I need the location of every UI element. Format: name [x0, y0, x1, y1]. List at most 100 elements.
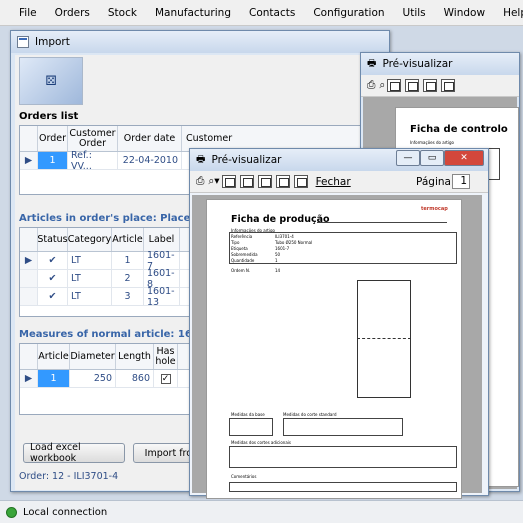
preview-front-title: Pré-visualizar [211, 154, 282, 166]
doc-info: Informações do artigo [410, 140, 454, 145]
menu-bar: File Orders Stock Manufacturing Contacts… [0, 0, 523, 26]
three-pages-icon[interactable] [423, 79, 438, 92]
maximize-button[interactable]: ▭ [420, 150, 444, 166]
field-label: Ordem N. [231, 268, 251, 273]
category-cell[interactable]: LT [68, 270, 112, 287]
preview-back-title: Pré-visualizar [382, 58, 453, 70]
doc-title: Ficha de produção [231, 214, 330, 225]
check-icon: ✔ [38, 270, 68, 287]
menu-file[interactable]: File [10, 7, 46, 19]
col-status[interactable]: Status [37, 228, 68, 251]
menu-configuration[interactable]: Configuration [304, 7, 393, 19]
print-icon[interactable]: ⎙ [367, 79, 375, 92]
status-bar: Local connection [0, 500, 523, 523]
preview-front-canvas: Ficha de produção termocap Informações d… [192, 195, 482, 499]
col-length[interactable]: Length [116, 344, 154, 369]
menu-help[interactable]: Help [494, 7, 523, 19]
preview-window-front: 🖶 Pré-visualizar — ▭ ✕ ⎙ ⌕▾ Fechar Página … [189, 148, 489, 499]
printer-icon: 🖶 [367, 57, 377, 69]
cut-table [283, 418, 403, 436]
one-page-icon[interactable] [221, 175, 236, 188]
base-table [229, 418, 273, 436]
customer-order-cell[interactable]: Ref.: VV... [68, 150, 118, 172]
article-cell[interactable]: 1 [38, 370, 70, 387]
col-article[interactable]: Article [38, 344, 70, 369]
label-cell[interactable]: 1601-7 [144, 250, 180, 272]
order-date-cell[interactable]: 22-04-2010 [118, 152, 182, 169]
category-cell[interactable]: LT [68, 288, 112, 305]
print-icon[interactable]: ⎙ [196, 175, 204, 188]
menu-stock[interactable]: Stock [99, 7, 146, 19]
info-table [229, 232, 457, 264]
check-icon: ✔ [38, 288, 68, 305]
preview-back-titlebar[interactable]: 🖶 Pré-visualizar [361, 53, 519, 75]
zoom-icon[interactable]: ⌕ [379, 79, 385, 92]
articles-heading: Articles in order's place: Place1 [19, 213, 198, 224]
menu-manufacturing[interactable]: Manufacturing [146, 7, 240, 19]
col-label[interactable]: Label [144, 228, 180, 251]
status-text: Local connection [23, 506, 108, 518]
field-value: 14 [275, 268, 281, 273]
length-cell[interactable]: 860 [116, 370, 154, 387]
zoom-icon[interactable]: ⌕▾ [208, 175, 219, 188]
three-pages-icon[interactable] [257, 175, 272, 188]
menu-contacts[interactable]: Contacts [240, 7, 304, 19]
one-page-icon[interactable] [387, 79, 402, 92]
comments-label: Comentários [231, 474, 257, 479]
pipe-drawing [357, 280, 411, 398]
col-has-hole[interactable]: Has hole [154, 344, 178, 369]
brand-logo: termocap [421, 206, 448, 212]
document-page: Ficha de produção termocap Informações d… [206, 199, 462, 499]
minimize-button[interactable]: — [396, 150, 420, 166]
pipe-centerline [357, 338, 411, 339]
comments-box [229, 482, 457, 492]
col-order[interactable]: Order [38, 126, 68, 151]
article-cell[interactable]: 3 [112, 288, 144, 305]
category-cell[interactable]: LT [68, 252, 112, 269]
two-pages-icon[interactable] [239, 175, 254, 188]
extra-cuts-label: Medidas dos cortes adicionais [231, 440, 291, 445]
measures-heading: Measures of normal article: 1601-7 [19, 329, 217, 340]
row-indicator: ▶ [20, 252, 38, 269]
page-label: Página [416, 175, 451, 188]
six-pages-icon[interactable] [293, 175, 308, 188]
row-indicator: ▶ [20, 370, 38, 387]
import-titlebar[interactable]: Import [11, 31, 389, 53]
cut-measures-label: Medidas do corte standard [283, 412, 337, 417]
col-diameter[interactable]: Diameter [70, 344, 116, 369]
col-category[interactable]: Category [68, 228, 112, 251]
row-indicator: ▶ [20, 152, 38, 169]
close-preview-button[interactable]: Fechar [316, 176, 351, 188]
window-icon [17, 36, 29, 48]
col-article[interactable]: Article [112, 228, 144, 251]
preview-back-toolbar: ⎙ ⌕ [361, 75, 519, 97]
doc-title-line [317, 222, 447, 223]
order-info: Order: 12 - ILI3701-4 [19, 471, 119, 482]
base-measures-label: Medidas da base [231, 412, 265, 417]
preview-front-toolbar: ⎙ ⌕▾ Fechar Página 1 [190, 171, 488, 193]
col-order-date[interactable]: Order date [118, 126, 182, 151]
close-button[interactable]: ✕ [444, 150, 484, 166]
label-cell[interactable]: 1601-13 [144, 286, 180, 308]
diameter-cell[interactable]: 250 [70, 370, 116, 387]
article-cell[interactable]: 1 [112, 252, 144, 269]
menu-orders[interactable]: Orders [46, 7, 99, 19]
check-icon: ✔ [38, 252, 68, 269]
label-cell[interactable]: 1601-8 [144, 268, 180, 290]
has-hole-checkbox[interactable]: ✓ [154, 370, 178, 387]
menu-utils[interactable]: Utils [394, 7, 435, 19]
page-input[interactable]: 1 [452, 174, 470, 189]
doc-title: Ficha de controlo [410, 124, 508, 135]
extra-cuts-table [229, 446, 457, 468]
four-pages-icon[interactable] [441, 79, 456, 92]
printer-icon: 🖶 [196, 153, 206, 165]
col-customer-order[interactable]: Customer Order [68, 126, 118, 151]
preview-front-titlebar[interactable]: 🖶 Pré-visualizar — ▭ ✕ [190, 149, 488, 171]
load-excel-button[interactable]: Load excel workbook [23, 442, 125, 464]
menu-window[interactable]: Window [435, 7, 494, 19]
four-pages-icon[interactable] [275, 175, 290, 188]
article-cell[interactable]: 2 [112, 270, 144, 287]
two-pages-icon[interactable] [405, 79, 420, 92]
order-cell[interactable]: 1 [38, 152, 68, 169]
orders-heading: Orders list [19, 111, 79, 122]
